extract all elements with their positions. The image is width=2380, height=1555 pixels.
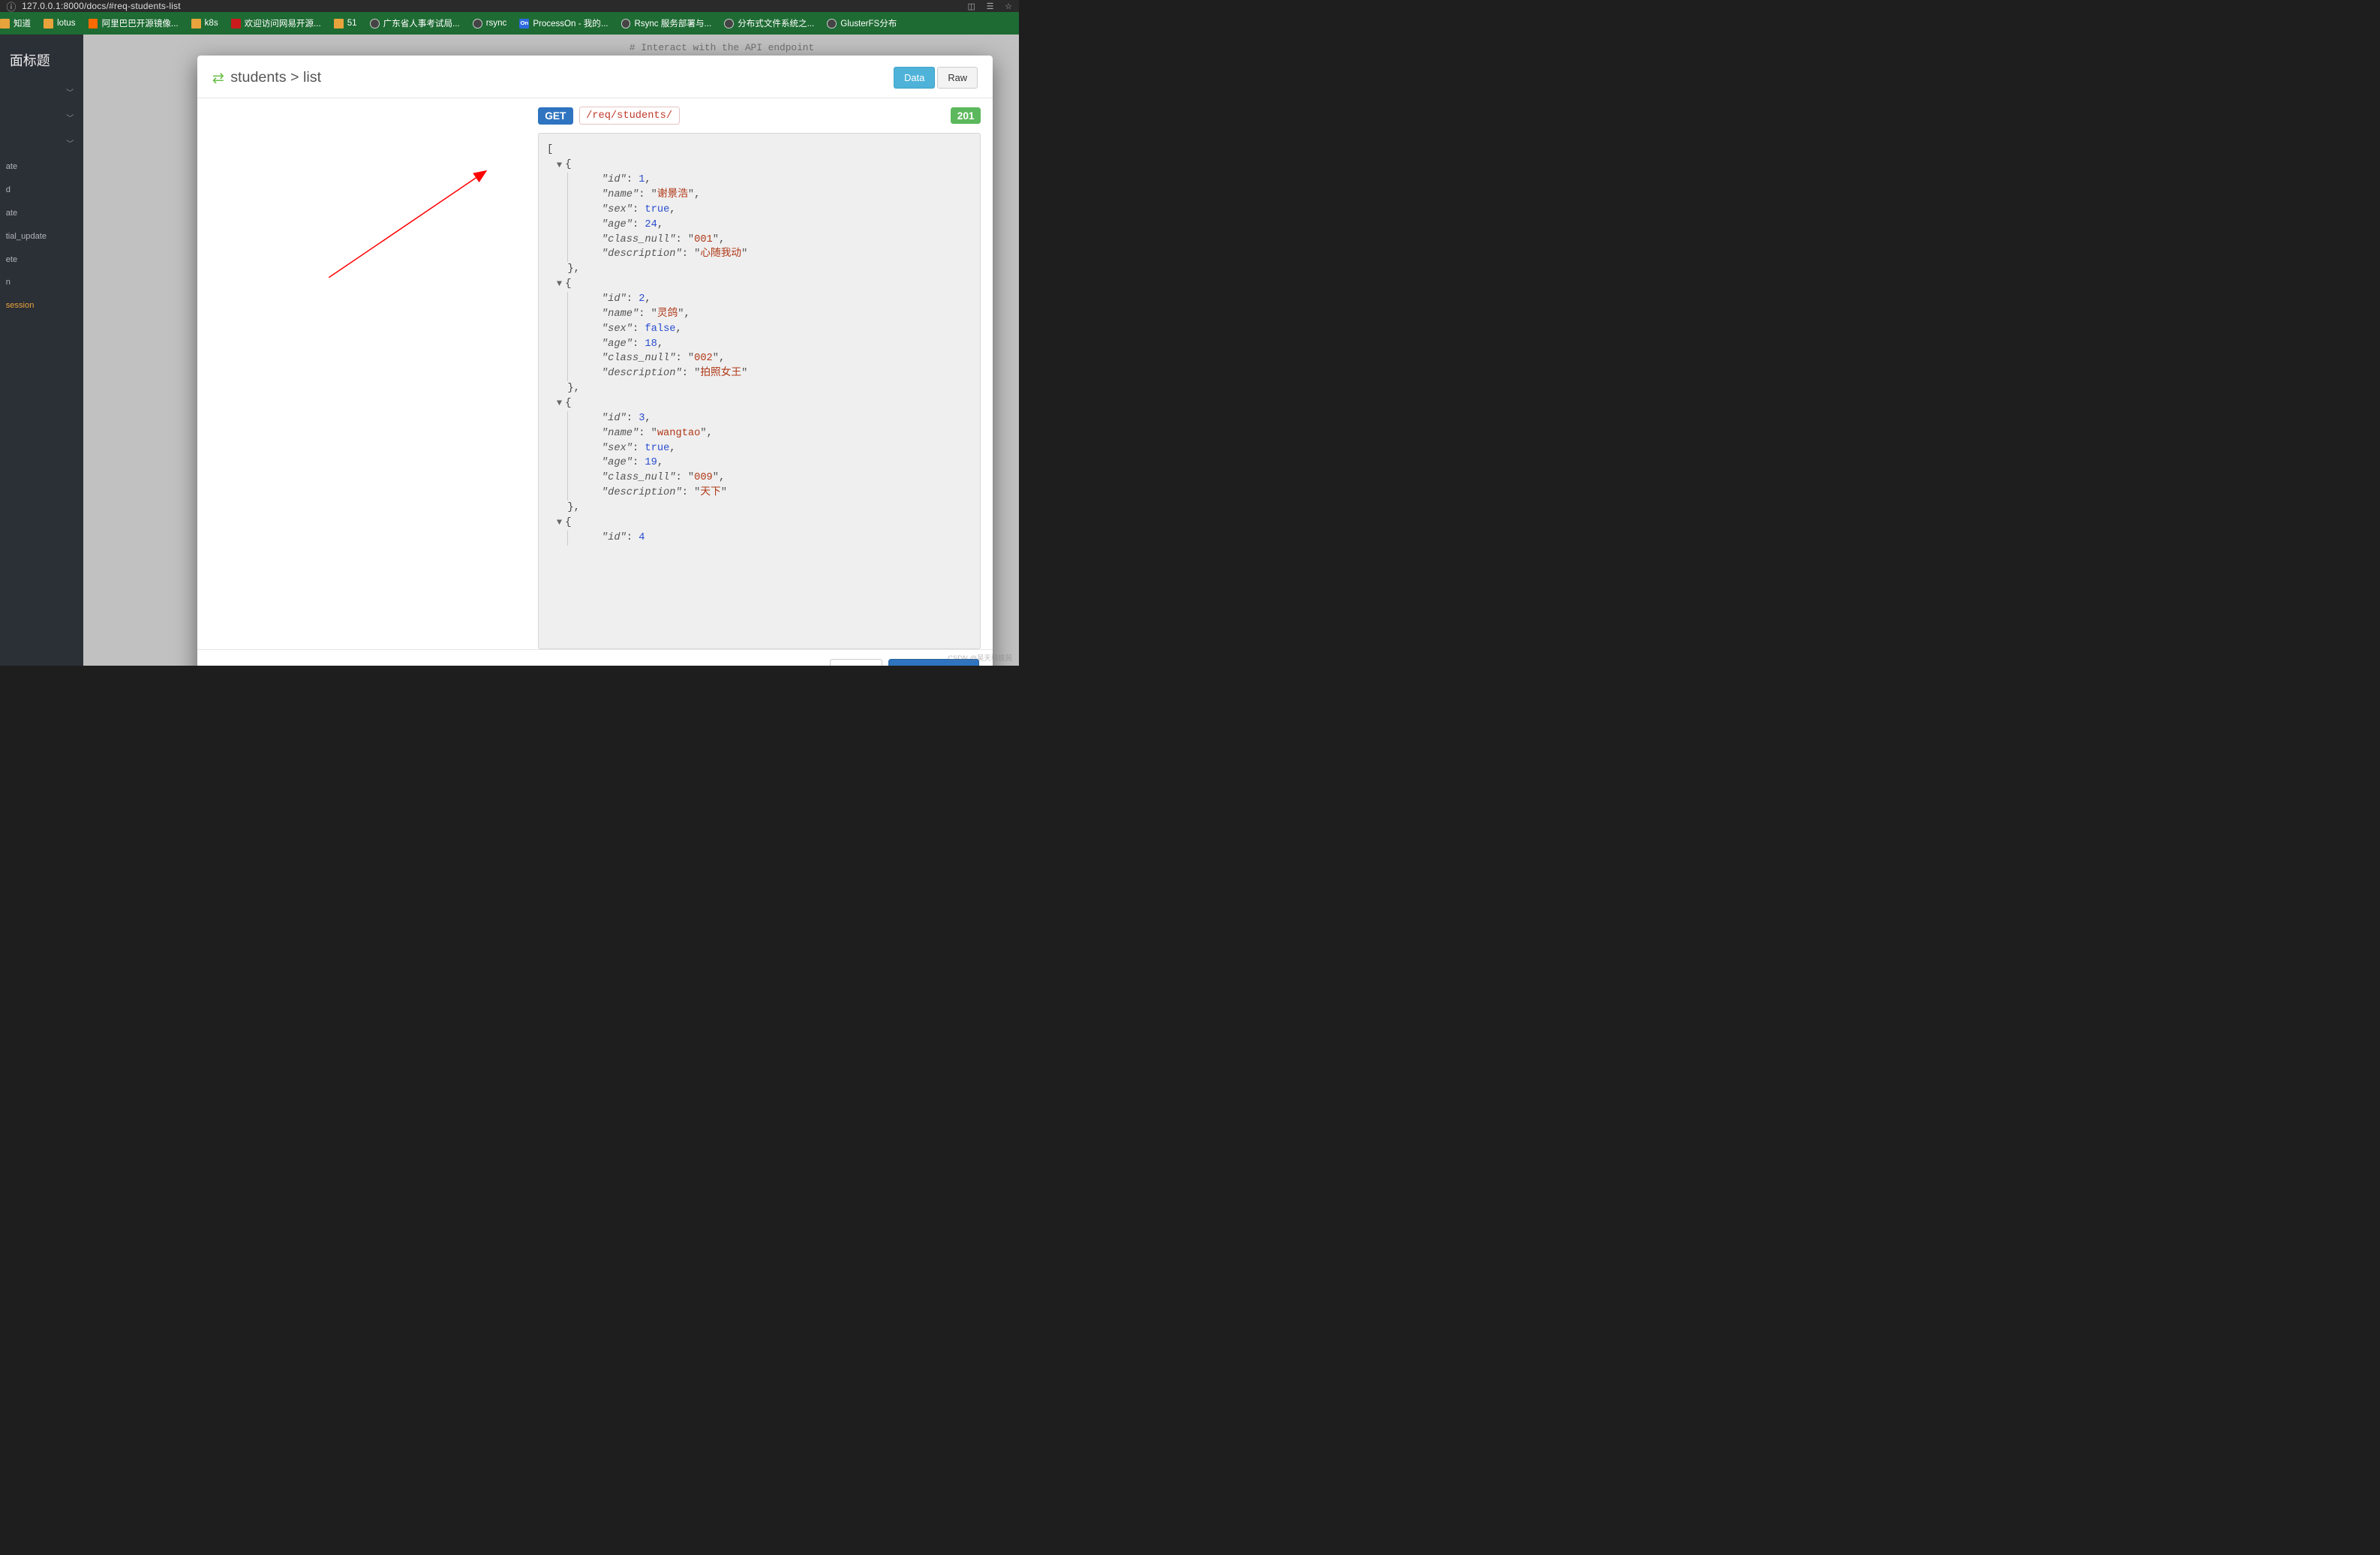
sidebar-item[interactable]: ﹀ [0,130,83,155]
bookmark-label: 分布式文件系统之... [738,17,814,29]
globe-icon [370,19,380,29]
bookmark-label: lotus [57,19,75,28]
sidebar-item[interactable]: ﹀ [0,104,83,130]
extension-icon[interactable]: ◫ [968,2,976,11]
globe-icon [621,19,631,29]
tab-raw[interactable]: Raw [937,67,977,89]
chevron-down-icon: ﹀ [66,137,74,149]
close-button[interactable]: Close [830,659,882,666]
request-line: GET /req/students/ 201 [538,107,981,125]
sidebar-item-label: ate [6,209,17,218]
info-icon: ⓘ [7,0,17,14]
sidebar-item[interactable]: ete [0,248,83,271]
http-method-badge: GET [538,107,573,125]
sidebar-item[interactable]: session [0,294,83,317]
bookmark-item[interactable]: rsync [473,19,507,29]
bookmarks-bar: 知道 lotus 阿里巴巴开源镜像... k8s 欢迎访问网易开源... 51 广东省人事考… [0,12,1019,35]
sidebar-item-label: ete [6,255,17,264]
bookmark-label: 51 [347,19,357,28]
extension-icon-2[interactable]: ☰ [987,2,994,11]
bookmark-label: GlusterFS分布 [840,17,897,29]
sidebar-item[interactable]: ate [0,155,83,179]
bookmark-item[interactable]: 欢迎访问网易开源... [231,17,321,29]
bookmark-label: 广东省人事考试局... [383,17,460,29]
bookmark-item[interactable]: lotus [44,19,75,29]
url-text[interactable]: 127.0.0.1:8000/docs/#req-students-list [22,1,181,11]
tab-data[interactable]: Data [894,67,935,89]
bookmark-label: ProcessOn - 我的... [533,17,608,29]
bookmark-item[interactable]: 阿里巴巴开源镜像... [89,17,179,29]
bookmark-label: 阿里巴巴开源镜像... [102,17,179,29]
folder-icon [334,19,344,29]
watermark: CSDN @吴天科技苑 [948,652,1012,663]
bookmark-item[interactable]: 51 [334,19,357,29]
bookmark-item[interactable]: On ProcessOn - 我的... [519,17,608,29]
sidebar-item[interactable]: ﹀ [0,80,83,105]
bookmark-label: 欢迎访问网易开源... [245,17,321,29]
bookmark-item[interactable]: 分布式文件系统之... [724,17,814,29]
sidebar-title: 面标题 [0,42,83,79]
modal-left-spacer [197,98,538,649]
chevron-down-icon: ﹀ [66,112,74,123]
sidebar-item-label: d [6,185,11,194]
bookmark-item[interactable]: 广东省人事考试局... [370,17,460,29]
globe-icon [724,19,734,29]
request-modal: ⇄ students > list Data Raw [197,56,992,666]
bookmark-item[interactable]: Rsync 服务部署与... [621,17,712,29]
sidebar-item-label: session [6,301,35,310]
globe-icon [473,19,482,29]
folder-icon [44,19,53,29]
folder-icon [0,19,10,29]
swap-icon: ⇄ [212,70,224,86]
bookmark-item[interactable]: GlusterFS分布 [827,17,897,29]
sidebar-item-label: ate [6,162,17,171]
bookmark-label: Rsync 服务部署与... [635,17,712,29]
modal-breadcrumb: students > list [230,69,321,86]
sidebar-item[interactable]: ate [0,202,83,225]
bookmark-label: rsync [486,19,507,28]
json-response-viewer[interactable]: [▼ {id: 1,name: 谢景浩,sex: true,age: 24,cl… [538,133,981,648]
folder-icon [191,19,201,29]
globe-icon [827,19,837,29]
bookmark-item[interactable]: 知道 [0,17,31,29]
sidebar-item[interactable]: d [0,179,83,202]
bookmark-item[interactable]: k8s [191,19,218,29]
browser-action-icons: ◫ ☰ ☆ [968,2,1013,11]
sidebar-item[interactable]: n [0,271,83,294]
modal-header: ⇄ students > list Data Raw [197,56,992,98]
sidebar-item-label: n [6,278,11,287]
chevron-down-icon: ﹀ [66,86,74,98]
bookmark-star-icon[interactable]: ☆ [1005,2,1012,11]
bookmark-label: 知道 [14,17,31,29]
sidebar-item-label: tial_update [6,232,47,241]
sidebar-item[interactable]: tial_update [0,224,83,248]
sidebar: 面标题 ﹀ ﹀ ﹀ ate d ate tial_updateete n session [0,35,83,666]
browser-address-bar: ⓘ 127.0.0.1:8000/docs/#req-students-list… [0,0,1019,12]
red-icon [231,19,241,29]
http-status-badge: 201 [951,107,981,124]
annotation-arrow [326,165,493,281]
on-icon: On [519,19,529,29]
content-area: # Interact with the API endpoint ... ⇄ s… [83,35,1018,666]
bookmark-label: k8s [205,19,218,28]
http-path-badge: /req/students/ [579,107,680,125]
modal-footer: Close Send Request [197,649,992,666]
orange-icon [89,19,98,29]
